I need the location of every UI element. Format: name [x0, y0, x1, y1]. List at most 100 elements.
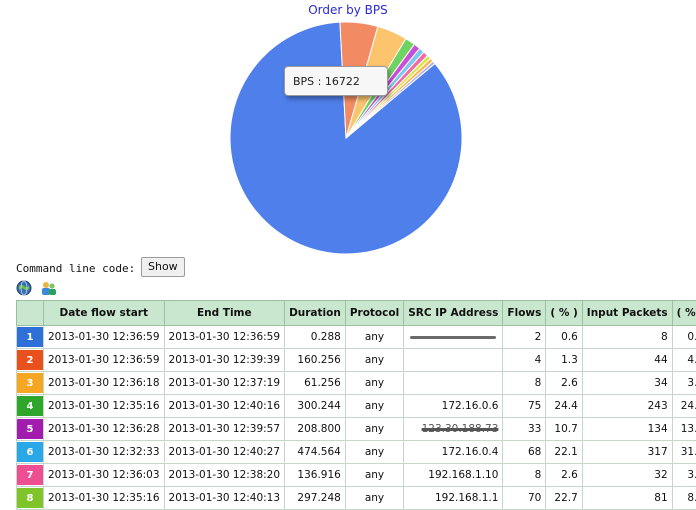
end-cell: 2013-01-30 12:36:59	[164, 326, 285, 349]
row-index-badge: 1	[17, 327, 43, 347]
column-header-duration[interactable]: Duration	[285, 301, 346, 326]
row-index-badge: 2	[17, 350, 43, 370]
protocol-cell: any	[345, 372, 403, 395]
row-index-cell: 3	[17, 372, 44, 395]
row-index-badge: 7	[17, 465, 43, 485]
duration-cell: 136.916	[285, 464, 346, 487]
row-index-cell: 5	[17, 418, 44, 441]
flows-cell: 8	[503, 372, 546, 395]
flows-pct-cell: 10.7	[546, 418, 582, 441]
src-ip-cell: 192.168.1.10	[404, 464, 503, 487]
show-button[interactable]: Show	[141, 257, 185, 277]
src-ip-cell: 192.168.1.1	[404, 487, 503, 510]
toolbar-icons	[16, 280, 61, 296]
column-header-index	[17, 301, 44, 326]
packets-cell: 44	[582, 349, 672, 372]
flows-pct-cell: 24.4	[546, 395, 582, 418]
row-index-cell: 6	[17, 441, 44, 464]
start-cell: 2013-01-30 12:36:59	[44, 326, 165, 349]
start-cell: 2013-01-30 12:36:03	[44, 464, 165, 487]
src-ip-cell: 172.16.0.6	[404, 395, 503, 418]
row-index-cell: 2	[17, 349, 44, 372]
row-index-cell: 4	[17, 395, 44, 418]
start-cell: 2013-01-30 12:35:16	[44, 395, 165, 418]
start-cell: 2013-01-30 12:36:18	[44, 372, 165, 395]
column-header-flows[interactable]: Flows	[503, 301, 546, 326]
row-index-cell: 7	[17, 464, 44, 487]
row-index-cell: 8	[17, 487, 44, 510]
column-header-end-time[interactable]: End Time	[164, 301, 285, 326]
packets-pct-cell: 3.2	[672, 464, 696, 487]
flows-cell: 4	[503, 349, 546, 372]
flows-table: Date flow startEnd TimeDurationProtocolS…	[16, 300, 696, 510]
packets-cell: 243	[582, 395, 672, 418]
packets-pct-cell: 4.4	[672, 349, 696, 372]
flows-cell: 2	[503, 326, 546, 349]
src-ip-cell	[404, 326, 503, 349]
globe-icon[interactable]	[16, 280, 40, 299]
column-header-pct[interactable]: ( % )	[546, 301, 582, 326]
src-ip-cell	[404, 349, 503, 372]
table-row[interactable]: 82013-01-30 12:35:162013-01-30 12:40:13 2…	[17, 487, 696, 510]
table-row[interactable]: 62013-01-30 12:32:332013-01-30 12:40:274…	[17, 441, 696, 464]
end-cell: 2013-01-30 12:40:13	[164, 487, 285, 510]
table-row[interactable]: 42013-01-30 12:35:162013-01-30 12:40:163…	[17, 395, 696, 418]
packets-cell: 317	[582, 441, 672, 464]
row-index-badge: 8	[17, 488, 43, 508]
bps-pie-chart	[0, 0, 696, 258]
table-row[interactable]: 32013-01-30 12:36:182013-01-30 12:37:196…	[17, 372, 696, 395]
column-header-input-packets[interactable]: Input Packets	[582, 301, 672, 326]
row-index-badge: 4	[17, 396, 43, 416]
end-cell: 2013-01-30 12:38:20	[164, 464, 285, 487]
flows-pct-cell: 1.3	[546, 349, 582, 372]
src-ip-cell: 123.30.188.73	[404, 418, 503, 441]
redaction-mark	[410, 336, 496, 339]
flows-pct-cell: 22.1	[546, 441, 582, 464]
end-cell: 2013-01-30 12:37:19	[164, 372, 285, 395]
packets-pct-cell: 3.4	[672, 372, 696, 395]
people-icon[interactable]	[40, 280, 61, 299]
packets-cell: 32	[582, 464, 672, 487]
packets-pct-cell: 31.9	[672, 441, 696, 464]
end-cell: 2013-01-30 12:40:27	[164, 441, 285, 464]
table-row[interactable]: 12013-01-30 12:36:592013-01-30 12:36:590…	[17, 326, 696, 349]
src-ip-cell	[404, 372, 503, 395]
packets-cell: 134	[582, 418, 672, 441]
flows-cell: 8	[503, 464, 546, 487]
flows-pct-cell: 22.7	[546, 487, 582, 510]
column-header-date-flow-start[interactable]: Date flow start	[44, 301, 165, 326]
packets-pct-cell: 24.5	[672, 395, 696, 418]
flows-cell: 33	[503, 418, 546, 441]
column-header-protocol[interactable]: Protocol	[345, 301, 403, 326]
command-line-label: Command line code:	[16, 262, 135, 275]
flows-pct-cell: 2.6	[546, 464, 582, 487]
protocol-cell: any	[345, 487, 403, 510]
packets-cell: 34	[582, 372, 672, 395]
duration-cell: 0.288	[285, 326, 346, 349]
protocol-cell: any	[345, 441, 403, 464]
table-row[interactable]: 72013-01-30 12:36:032013-01-30 12:38:201…	[17, 464, 696, 487]
packets-cell: 8	[582, 326, 672, 349]
start-cell: 2013-01-30 12:35:16	[44, 487, 165, 510]
duration-cell: 160.256	[285, 349, 346, 372]
protocol-cell: any	[345, 418, 403, 441]
row-index-badge: 6	[17, 442, 43, 462]
end-cell: 2013-01-30 12:39:57	[164, 418, 285, 441]
packets-pct-cell: 13.5	[672, 418, 696, 441]
start-cell: 2013-01-30 12:36:59	[44, 349, 165, 372]
duration-cell: 208.800	[285, 418, 346, 441]
src-ip-cell: 172.16.0.4	[404, 441, 503, 464]
packets-pct-cell: 0.8	[672, 326, 696, 349]
table-row[interactable]: 52013-01-30 12:36:282013-01-30 12:39:572…	[17, 418, 696, 441]
table-header-row: Date flow startEnd TimeDurationProtocolS…	[17, 301, 696, 326]
pie-tooltip: BPS : 16722	[284, 66, 388, 96]
protocol-cell: any	[345, 326, 403, 349]
duration-cell: 474.564	[285, 441, 346, 464]
flows-cell: 75	[503, 395, 546, 418]
protocol-cell: any	[345, 395, 403, 418]
duration-cell: 300.244	[285, 395, 346, 418]
table-row[interactable]: 22013-01-30 12:36:592013-01-30 12:39:391…	[17, 349, 696, 372]
column-header-src-ip-address[interactable]: SRC IP Address	[404, 301, 503, 326]
column-header-pct[interactable]: ( % )	[672, 301, 696, 326]
packets-pct-cell: 8.2	[672, 487, 696, 510]
